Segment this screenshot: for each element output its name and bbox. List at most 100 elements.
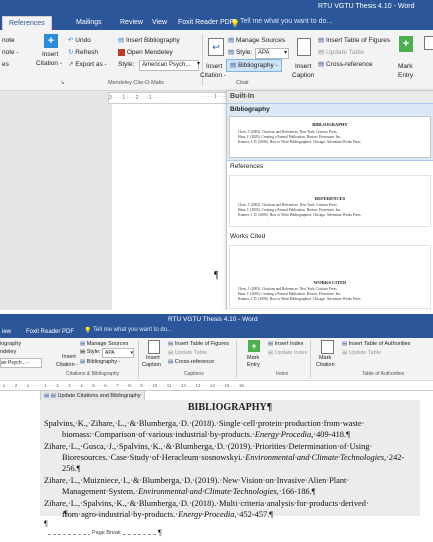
bibliography-button[interactable]: ▤ Bibliography - — [80, 358, 120, 367]
bibliography-icon: ▤ — [118, 37, 125, 44]
gallery-item-label: References — [230, 163, 264, 170]
group-index-label: Index — [276, 371, 289, 377]
mark-entry-icon: + — [248, 340, 260, 352]
index-icon-cut — [424, 36, 433, 50]
mark-entry-button[interactable]: + Mark Entry — [394, 34, 418, 82]
preview-line: Kramer, J. D. (2006). How to Write Bibli… — [238, 297, 362, 301]
ribbon-separator — [138, 340, 139, 378]
update-table-button[interactable]: ▤ Update Table — [168, 349, 207, 358]
gallery-item-bibliography[interactable]: Bibliography BIBLIOGRAPHY Chen, J. (2003… — [227, 103, 433, 161]
update-table2-icon: ▤ — [342, 350, 348, 356]
insert-tof-button[interactable]: ▤ Insert Table of Figures — [168, 340, 229, 349]
insert-bibliography-button[interactable]: ▤ Insert Bibliography — [118, 36, 180, 45]
bibliography-dropdown-button[interactable]: ▤ Bibliography - — [226, 59, 282, 72]
style-select-word[interactable]: APA ▾ — [255, 48, 289, 59]
cross-reference-icon: ▤ — [318, 61, 325, 68]
top-ruler-tail: · · · 1 · · · — [205, 94, 227, 100]
references-preview: REFERENCES Chen, J. (2003). Citations an… — [229, 175, 431, 227]
insert-index-button[interactable]: ▤ Insert Index — [268, 340, 303, 349]
top-doc-pilcrow: ¶ — [214, 270, 219, 281]
insert-index-icon: ▤ — [268, 341, 274, 347]
toa-icon: ▤ — [342, 341, 348, 347]
insert-citation-mendeley[interactable]: + Insert Citation - — [36, 34, 66, 78]
undo-button[interactable]: ↶ Undo — [68, 36, 91, 45]
insert-caption-button[interactable]: Insert Caption — [292, 34, 316, 82]
window-title: RTU VGTU Thesis 4.10 - Word — [318, 3, 415, 10]
export-icon: ↗ — [68, 61, 74, 68]
insert-citation-word[interactable]: ↩ Insert Citation - — [200, 34, 228, 82]
gallery-item-references[interactable]: References REFERENCES Chen, J. (2003). C… — [227, 161, 433, 231]
update-table-button[interactable]: ▤ Update Table — [318, 48, 364, 57]
tell-me-box[interactable]: Tell me what you want to do... — [93, 327, 172, 333]
export-button[interactable]: ↗ Export as - — [68, 60, 107, 69]
tab-review[interactable]: Review — [120, 16, 143, 30]
left-cut-3: es — [2, 61, 9, 68]
top-doc-page — [112, 104, 228, 310]
style-dropdown-arrow[interactable]: ▾ — [197, 60, 200, 67]
insert-tof-button[interactable]: ▤ Insert Table of Figures — [318, 36, 390, 45]
tab-foxit[interactable]: Foxit Reader PDF — [26, 325, 74, 339]
style-select-mendeley[interactable]: American Psych... — [139, 60, 199, 71]
ribbon-separator — [236, 340, 237, 378]
update-icon: ▤ — [50, 393, 56, 399]
tof-icon: ▤ — [318, 37, 325, 44]
citation-plus-icon: + — [44, 34, 58, 48]
bibliography-gallery: Built-In Bibliography BIBLIOGRAPHY Chen,… — [226, 90, 433, 310]
bibliography-entry: Zihare,·L.,·Gusca,·J.,·Spalvins,·K.,·&·B… — [44, 442, 405, 473]
preview-line: Kramer, J. D. (2006). How to Write Bibli… — [238, 140, 362, 144]
update-index-button[interactable]: ▤ Update Index — [268, 349, 307, 358]
left-style-cut[interactable]: an Psych... - — [0, 358, 42, 368]
manage-sources-button[interactable]: ▤ Manage Sources — [228, 36, 285, 45]
tell-me-box[interactable]: Tell me what you want to do... — [240, 18, 332, 25]
ribbon-separator — [310, 340, 311, 378]
bibliography-icon: ▤ — [80, 359, 86, 365]
dialog-launcher-icon[interactable]: ↘ — [60, 80, 65, 86]
bibliography-field-icon: ▤ — [44, 393, 50, 399]
tab-foxit[interactable]: Foxit Reader PDF — [178, 16, 234, 30]
tab-view[interactable]: iew — [2, 325, 11, 339]
tof-icon: ▤ — [168, 341, 174, 347]
pilcrow-mark: ¶ — [158, 528, 162, 537]
lightbulb-icon: 💡 — [230, 19, 240, 28]
mark-entry-icon: + — [399, 36, 413, 52]
insert-toa-button[interactable]: ▤ Insert Table of Authorities — [342, 340, 410, 349]
manage-sources-icon: ▤ — [80, 341, 86, 347]
lightbulb-icon: 💡 — [84, 328, 92, 334]
gallery-item-works-cited[interactable]: Works Cited WORKS CITED Chen, J. (2003).… — [227, 231, 433, 310]
pilcrow-mark: ¶ — [64, 509, 68, 518]
top-ribbon: note note - es + Insert Citation - ↶ Und… — [0, 30, 433, 91]
update-table2-button[interactable]: ▤ Update Table — [342, 349, 381, 358]
insert-citation-button[interactable]: Insert Citation - — [56, 342, 80, 372]
insert-caption-icon — [148, 340, 160, 354]
bibliography-entry: Spalvins,·K.,·Zihare,·L.,·&·Blumberga,·D… — [44, 419, 365, 439]
bibliography-entry: Zihare,·L.,·Spalvins,·K.,·&·Blumberga,·D… — [44, 499, 369, 519]
update-table-icon: ▤ — [318, 49, 325, 56]
undo-icon: ↶ — [68, 37, 74, 44]
bibliography-entry: Zihare,·L.,·Muizniece,·I.,·&·Blumberga,·… — [44, 476, 350, 496]
works-cited-preview: WORKS CITED Chen, J. (2003). Citations a… — [229, 245, 431, 309]
mendeley-icon — [118, 48, 125, 56]
refresh-icon: ↻ — [68, 49, 74, 56]
mark-citation-button[interactable]: Mark Citation — [316, 340, 340, 372]
mark-entry-button[interactable]: + Mark Entry — [244, 340, 266, 372]
style-label: ▤ Style: — [80, 349, 101, 355]
insert-caption-icon — [297, 38, 311, 56]
bottom-title-bar: RTU VGTU Thesis 4.10 - Word iew Foxit Re… — [0, 314, 433, 338]
refresh-button[interactable]: ↻ Refresh — [68, 48, 98, 57]
insert-caption-button[interactable]: Insert Caption — [142, 340, 166, 372]
open-mendeley-button[interactable]: Open Mendeley — [118, 48, 173, 57]
tab-view[interactable]: View — [152, 16, 167, 30]
style-row: Style: — [118, 61, 135, 68]
tab-mailings[interactable]: Mailings — [76, 16, 102, 30]
style-select[interactable]: APA ▾ — [102, 348, 134, 358]
preview-heading: WORKS CITED — [313, 280, 347, 285]
style-label-word: ▤ Style: — [228, 49, 253, 56]
cross-reference-button[interactable]: ▤ Cross-reference — [168, 358, 214, 367]
chevron-down-icon: ▾ — [130, 350, 133, 356]
bibliography-heading: BIBLIOGRAPHY¶ — [187, 402, 273, 413]
group-toa-label: Table of Authorities — [362, 371, 405, 377]
style-icon: ▤ — [228, 49, 235, 56]
preview-heading: REFERENCES — [314, 196, 346, 201]
cross-reference-button[interactable]: ▤ Cross-reference — [318, 60, 373, 69]
tab-references[interactable]: References — [2, 16, 52, 31]
